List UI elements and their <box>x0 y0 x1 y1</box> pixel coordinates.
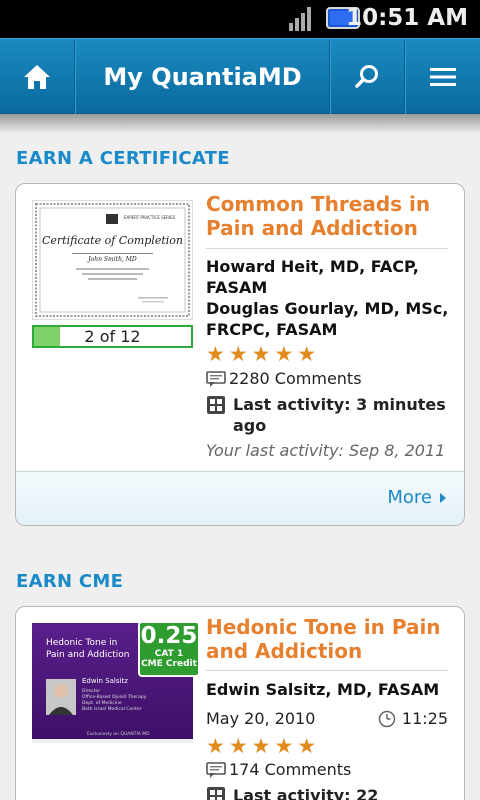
comments-row[interactable]: 2280 Comments <box>206 369 362 389</box>
course-authors: Edwin Salsitz, MD, FASAM <box>206 679 456 700</box>
svg-text:Beth Israel Medical Center: Beth Israel Medical Center <box>82 706 142 712</box>
last-activity-row: Last activity: 3 minutes ago <box>206 394 456 436</box>
section-heading-certificate: EARN A CERTIFICATE <box>16 148 230 169</box>
last-activity: Last activity: 3 minutes ago <box>233 395 446 435</box>
svg-text:Director: Director <box>82 688 100 694</box>
rating-stars: ★★★★★ <box>206 342 321 366</box>
section-heading-cme: EARN CME <box>16 571 124 592</box>
comment-count: 174 Comments <box>229 760 352 779</box>
clock-icon <box>378 710 396 727</box>
course-authors: Howard Heit, MD, FACP, FASAM Douglas Gou… <box>206 256 456 340</box>
your-last-activity: Your last activity: Sep 8, 2011 <box>206 441 446 460</box>
home-icon <box>24 65 50 89</box>
thumb-footer: Exclusively on QUANTIA MD <box>87 731 150 737</box>
date-duration-row: May 20, 2010 11:25 <box>206 709 448 728</box>
progress-bar: 2 of 12 <box>32 325 193 348</box>
activity-icon <box>207 396 225 414</box>
search-icon <box>355 65 378 88</box>
credit-category: CAT 1 <box>154 649 184 659</box>
course-duration: 11:25 <box>401 709 448 728</box>
thumb-presenter: Edwin Salsitz <box>82 677 128 685</box>
credit-label: CME Credit <box>141 659 197 669</box>
more-bar: More <box>16 471 464 525</box>
svg-text:Dept. of Medicine: Dept. of Medicine <box>82 700 122 706</box>
comments-row[interactable]: 174 Comments <box>206 760 351 780</box>
author: Douglas Gourlay, MD, MSc, FRCPC, FASAM <box>206 299 449 339</box>
search-button[interactable] <box>330 39 404 115</box>
status-bar: 10:51 AM <box>0 0 480 38</box>
comment-count: 2280 Comments <box>229 369 362 388</box>
course-title[interactable]: Common Threads in Pain and Addiction <box>206 192 456 240</box>
course-date: May 20, 2010 <box>206 709 316 728</box>
thumb-title: Certificate of Completion <box>42 234 183 247</box>
course-title[interactable]: Hedonic Tone in Pain and Addiction <box>206 615 456 663</box>
author: Howard Heit, MD, FACP, FASAM <box>206 257 419 297</box>
comment-icon <box>206 371 226 387</box>
thumb-name: John Smith, MD <box>86 256 137 263</box>
menu-button[interactable] <box>405 39 480 115</box>
certificate-thumbnail[interactable]: EXPERT PRACTICE SERIES Certificate of Co… <box>32 200 193 320</box>
progress-text: 2 of 12 <box>84 327 141 346</box>
clock-time: 10:51 AM <box>346 5 468 31</box>
page-title: My QuantiaMD <box>103 63 302 91</box>
thumb-title-line1: Hedonic Tone in <box>46 638 117 648</box>
course-card-hedonic-tone[interactable]: Hedonic Tone in Pain and Addiction Edwin… <box>15 606 465 800</box>
author: Edwin Salsitz, MD, FASAM <box>206 680 440 699</box>
last-activity-row: Last activity: 22 seconds <box>206 785 456 800</box>
rating-stars: ★★★★★ <box>206 734 321 758</box>
thumb-header: EXPERT PRACTICE SERIES <box>124 215 176 220</box>
credit-value: 0.25 <box>140 623 198 649</box>
course-card-common-threads[interactable]: EXPERT PRACTICE SERIES Certificate of Co… <box>15 183 465 526</box>
svg-text:Office-Based Opioid Therapy: Office-Based Opioid Therapy <box>82 694 147 700</box>
thumb-title-line2: Pain and Addiction <box>46 650 130 660</box>
comment-icon <box>206 762 226 778</box>
signal-icon <box>289 7 311 31</box>
home-button[interactable] <box>0 39 74 115</box>
activity-icon <box>207 787 225 800</box>
chevron-right-icon <box>440 492 446 503</box>
cme-credit-badge: 0.25 CAT 1 CME Credit <box>138 621 200 677</box>
last-activity: Last activity: 22 seconds <box>233 786 379 800</box>
more-label: More <box>387 487 432 508</box>
app-bar: My QuantiaMD <box>0 38 480 115</box>
menu-icon <box>429 68 456 86</box>
more-button[interactable]: More <box>387 487 446 508</box>
